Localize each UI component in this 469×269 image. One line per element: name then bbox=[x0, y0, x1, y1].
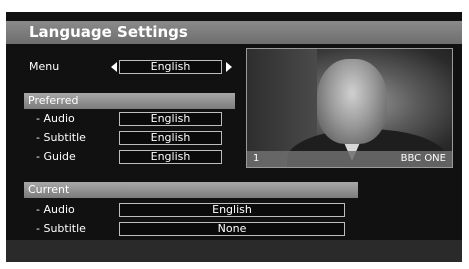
menu-language-select[interactable]: English bbox=[119, 60, 222, 74]
channel-info-bar: 1 BBC ONE bbox=[247, 151, 452, 167]
menu-language-label: Menu bbox=[29, 60, 60, 73]
left-arrow-icon[interactable] bbox=[111, 62, 117, 72]
current-subtitle-value: None bbox=[119, 222, 345, 236]
right-arrow-icon[interactable] bbox=[226, 62, 232, 72]
presenter-image bbox=[317, 59, 387, 144]
tv-menu-screen: Language Settings Menu English Preferred… bbox=[6, 12, 462, 262]
preferred-guide-select[interactable]: English bbox=[119, 150, 222, 164]
page-title: Language Settings bbox=[29, 23, 188, 41]
channel-name: BBC ONE bbox=[400, 153, 446, 164]
current-audio-value: English bbox=[119, 203, 345, 217]
current-subtitle-label: - Subtitle bbox=[36, 222, 86, 235]
channel-number: 1 bbox=[253, 153, 260, 164]
current-audio-label: - Audio bbox=[36, 203, 75, 216]
tv-preview-window: 1 BBC ONE bbox=[246, 48, 453, 168]
preferred-guide-label: - Guide bbox=[36, 150, 76, 163]
current-section-header: Current bbox=[24, 182, 358, 198]
title-bar: Language Settings bbox=[6, 21, 462, 44]
bottom-strip bbox=[6, 240, 462, 262]
preferred-section-header: Preferred bbox=[24, 93, 235, 109]
preferred-audio-label: - Audio bbox=[36, 112, 75, 125]
preferred-audio-select[interactable]: English bbox=[119, 112, 222, 126]
preferred-subtitle-label: - Subtitle bbox=[36, 131, 86, 144]
preferred-subtitle-select[interactable]: English bbox=[119, 131, 222, 145]
